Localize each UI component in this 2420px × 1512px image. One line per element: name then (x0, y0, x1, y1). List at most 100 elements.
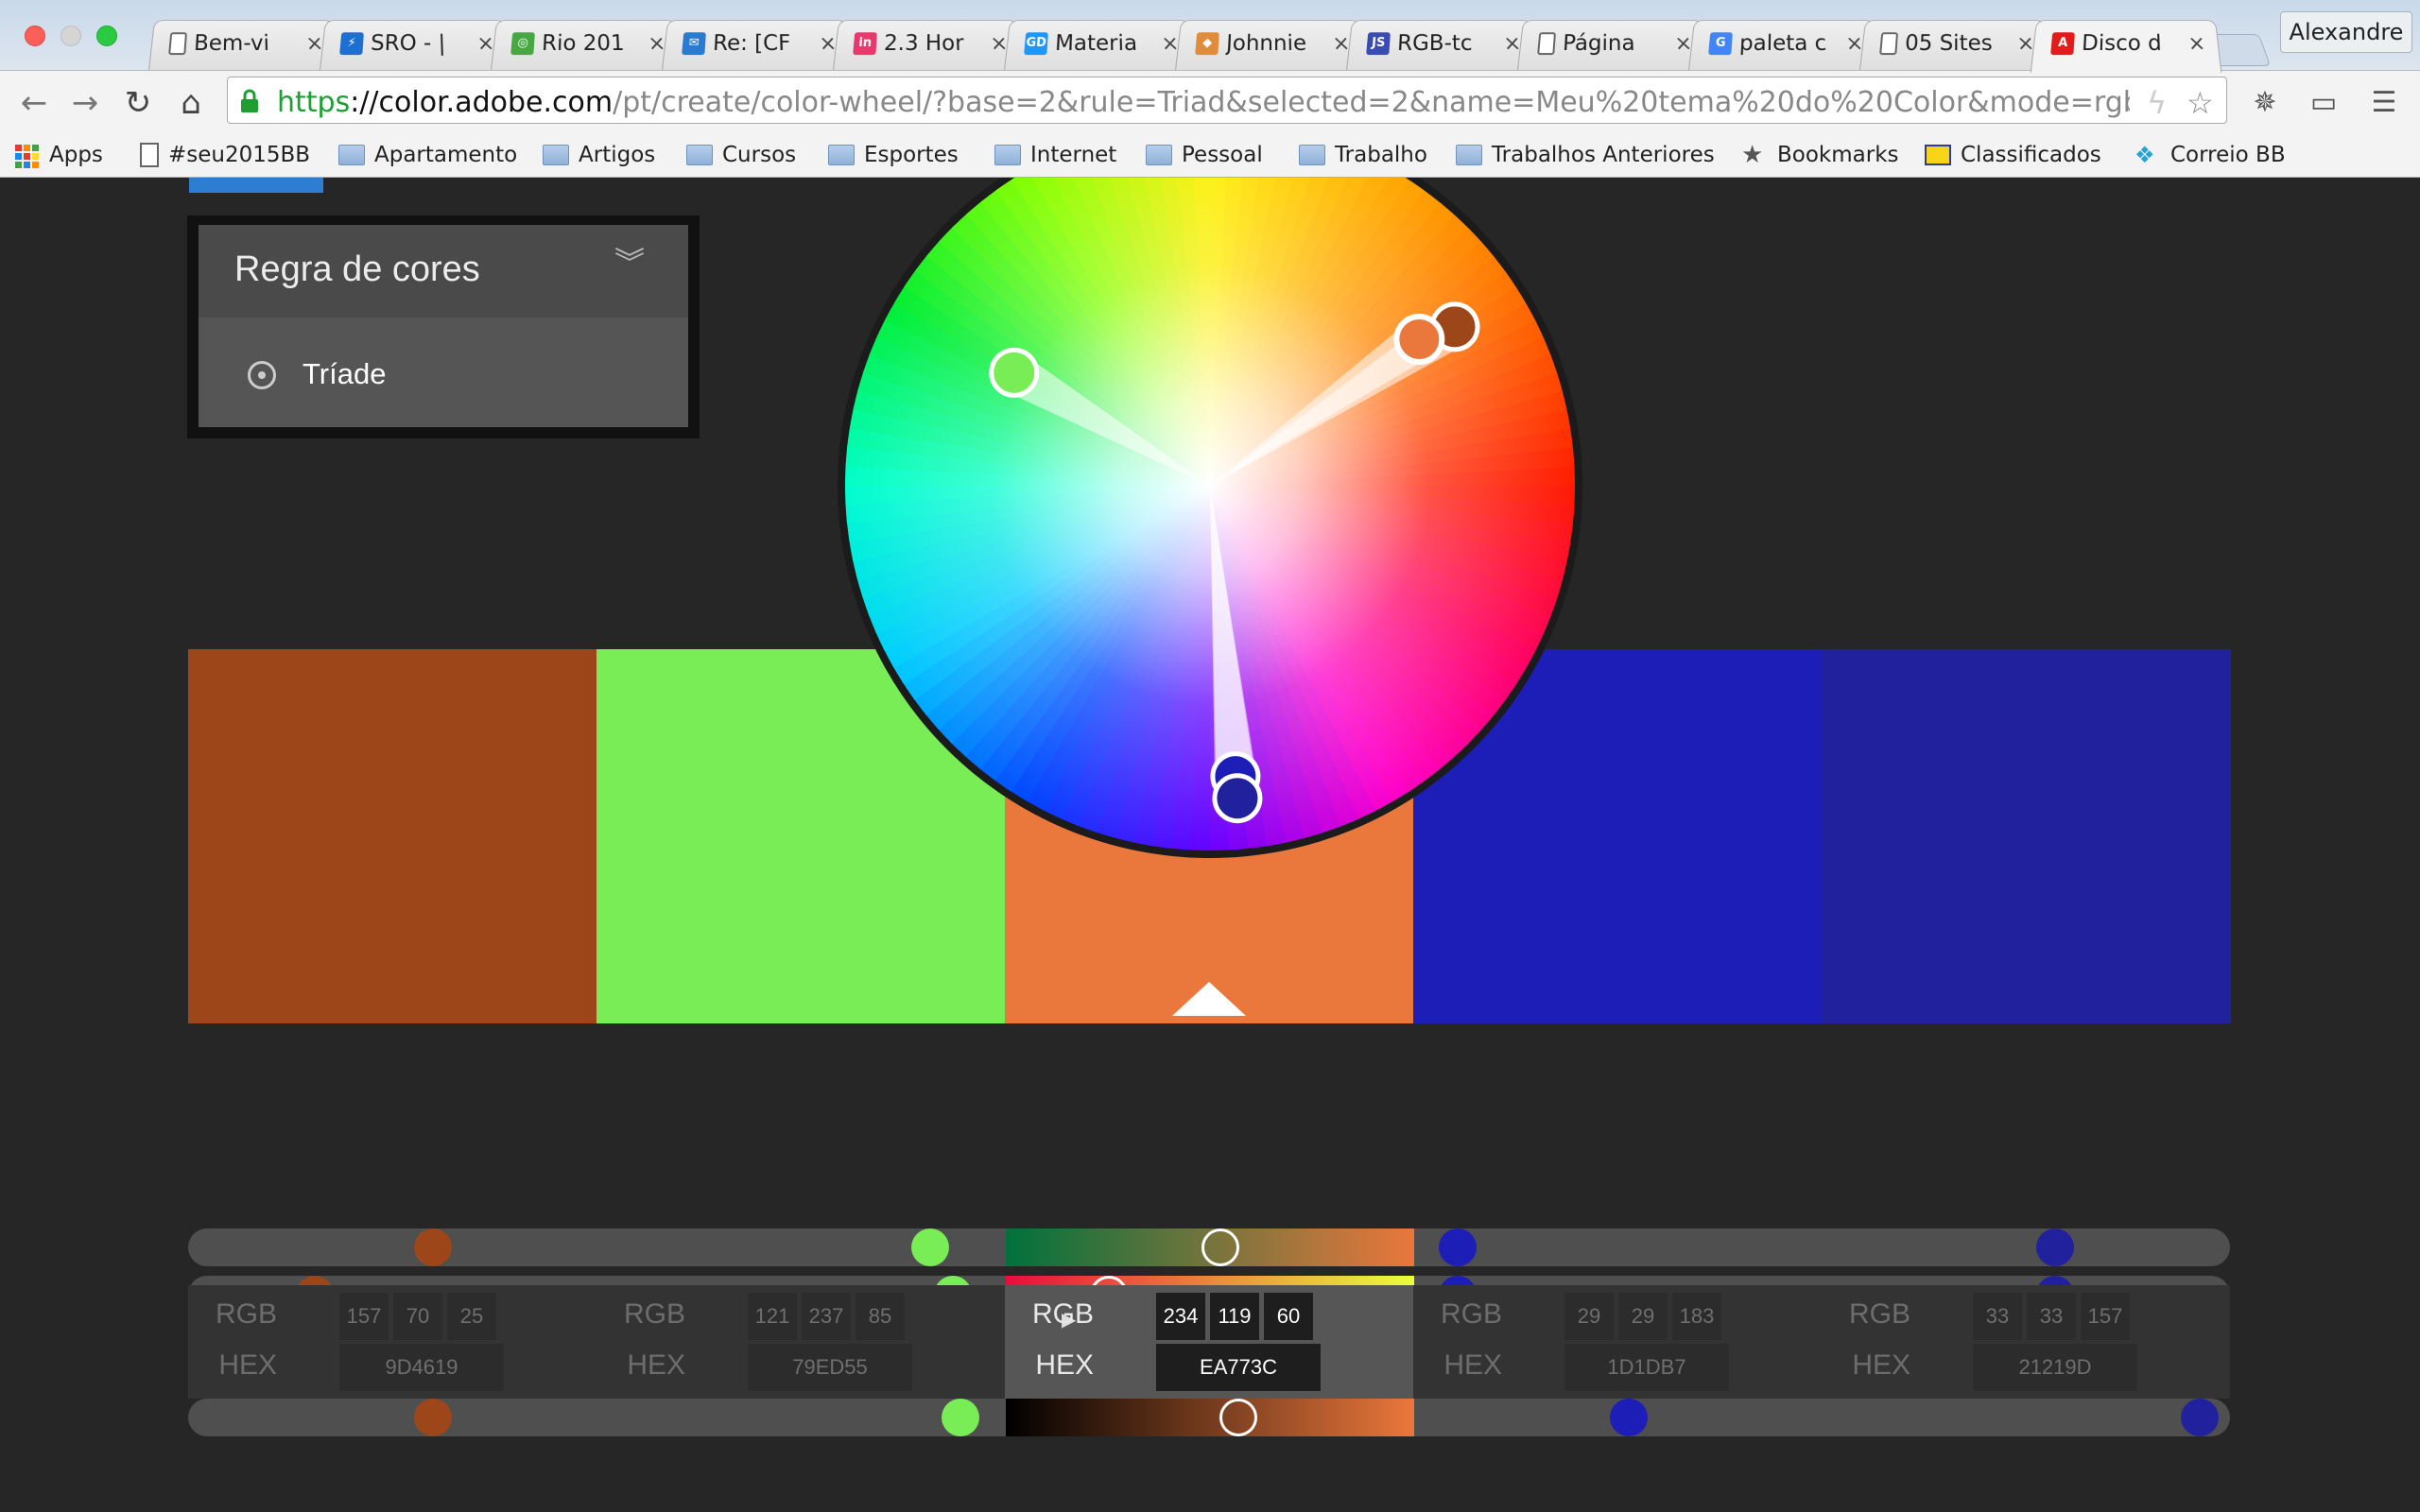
red-value-field[interactable]: 29 (1564, 1293, 1614, 1340)
browser-tab[interactable]: Gpaleta c × (1687, 19, 1880, 73)
hex-value-field[interactable]: EA773C (1156, 1344, 1321, 1391)
rule-option-label: Tríade (302, 357, 387, 390)
radio-selected-icon (248, 361, 276, 389)
slider-knob[interactable] (414, 1399, 453, 1436)
tab-title: Materia (1054, 31, 1138, 57)
green-value-field[interactable]: 70 (393, 1293, 442, 1340)
bookmark-item[interactable]: Cursos (686, 140, 796, 170)
browser-tab[interactable]: Bem-vi × (147, 19, 340, 73)
color-swatch[interactable] (188, 649, 597, 1023)
in-icon: in (853, 32, 877, 56)
slider-knob[interactable] (911, 1228, 950, 1266)
bookmark-label: Artigos (579, 143, 656, 167)
color-wheel[interactable] (836, 178, 1584, 858)
bookmark-item[interactable]: ★ Bookmarks (1741, 140, 1899, 170)
slider-knob[interactable] (1201, 1228, 1239, 1266)
reload-icon[interactable]: ↻ (117, 82, 159, 124)
red-value-field[interactable]: 234 (1156, 1293, 1205, 1340)
adobe-icon: A (2050, 32, 2075, 56)
folder-icon (686, 145, 713, 165)
menu-icon[interactable]: ☰ (2363, 84, 2405, 122)
bookmark-item[interactable]: Internet (994, 140, 1116, 170)
bookmark-item[interactable]: Trabalhos Anteriores (1456, 140, 1715, 170)
page-icon (1537, 32, 1556, 56)
bookmark-item[interactable]: Pessoal (1146, 140, 1263, 170)
blue-value-field[interactable]: 85 (856, 1293, 905, 1340)
selected-swatch-caret (1172, 982, 1246, 1016)
bookmark-label: Cursos (722, 143, 797, 167)
browser-tab[interactable]: GD Materia × (1003, 19, 1196, 73)
color-rule-dropdown[interactable]: Regra de cores ︾ (199, 225, 688, 318)
wheel-color-handle[interactable] (989, 347, 1040, 398)
bookmark-item[interactable]: Apps (15, 140, 103, 170)
browser-tab[interactable]: 05 Sites × (1858, 19, 2051, 73)
bookmark-label: Internet (1030, 143, 1117, 167)
back-arrow-icon[interactable]: ← (13, 82, 55, 124)
hex-value-field[interactable]: 1D1DB7 (1564, 1344, 1729, 1391)
zoom-window-button[interactable] (96, 26, 117, 46)
browser-tab[interactable]: in 2.3 Hor × (832, 19, 1025, 73)
bookmark-item[interactable]: Esportes (828, 140, 959, 170)
bookmark-item[interactable]: ❖ Correio BB (2135, 140, 2286, 170)
cast-icon[interactable]: ▭ (2303, 84, 2344, 122)
browser-tab[interactable]: Página × (1516, 19, 1709, 73)
red-value-field[interactable]: 121 (748, 1293, 797, 1340)
tab-title: Disco d (2081, 31, 2163, 57)
folder-icon (1299, 145, 1325, 165)
blue-value-field[interactable]: 60 (1264, 1293, 1313, 1340)
slider-knob[interactable] (414, 1228, 453, 1266)
hex-value-field[interactable]: 9D4619 (339, 1344, 504, 1391)
star-bookmark-icon[interactable]: ☆ (2187, 85, 2214, 121)
lock-icon (241, 89, 258, 112)
profile-button[interactable]: Alexandre (2280, 11, 2412, 53)
hex-label: HEX (218, 1349, 277, 1381)
tab-title: Página (1562, 31, 1635, 57)
color-swatch[interactable] (1822, 649, 2231, 1023)
wheel-color-handle[interactable] (1393, 314, 1445, 366)
red-value-field[interactable]: 33 (1973, 1293, 2022, 1340)
browser-tab[interactable]: A Disco d × (2030, 19, 2222, 73)
address-bar[interactable]: https://color.adobe.com/pt/create/color-… (227, 77, 2227, 124)
slider-knob[interactable] (2181, 1399, 2220, 1436)
blue-value-field[interactable]: 157 (2081, 1293, 2130, 1340)
hex-label: HEX (1035, 1349, 1094, 1381)
hex-value-field[interactable]: 79ED55 (748, 1344, 912, 1391)
browser-tab[interactable]: ⚡ SRO - | × (319, 19, 511, 73)
folder-icon (338, 145, 365, 165)
hex-label: HEX (627, 1349, 685, 1381)
slider-knob[interactable] (2036, 1228, 2075, 1266)
browser-tab[interactable]: ◎ Rio 201 × (490, 19, 683, 73)
bookmark-item[interactable]: #seu2015BB (140, 140, 310, 170)
slider-knob[interactable] (1609, 1399, 1648, 1436)
green-value-field[interactable]: 29 (1618, 1293, 1668, 1340)
minimize-window-button[interactable] (60, 26, 81, 46)
slider-track-selected[interactable] (1006, 1399, 1414, 1436)
bookmark-item[interactable]: Apartamento (338, 140, 517, 170)
rgb-label: RGB (1848, 1298, 1910, 1330)
tab-title: Bem-vi (193, 31, 270, 57)
green-value-field[interactable]: 33 (2027, 1293, 2076, 1340)
rule-option-triad[interactable]: Tríade (199, 318, 688, 427)
bookmark-item[interactable]: Classificados (1925, 140, 2101, 170)
green-value-field[interactable]: 237 (802, 1293, 851, 1340)
home-icon[interactable]: ⌂ (170, 82, 212, 124)
forward-arrow-icon[interactable]: → (64, 82, 106, 124)
browser-tab[interactable]: ✉ Re: [CF × (661, 19, 854, 73)
slider-knob[interactable] (1439, 1228, 1478, 1266)
blue-value-field[interactable]: 183 (1672, 1293, 1721, 1340)
hex-value-field[interactable]: 21219D (1973, 1344, 2137, 1391)
close-icon[interactable]: × (2187, 32, 2207, 56)
blue-value-field[interactable]: 25 (447, 1293, 496, 1340)
browser-tab[interactable]: JS RGB-tc × (1345, 19, 1538, 73)
bookmark-item[interactable]: Trabalho (1299, 140, 1427, 170)
page-icon (1879, 32, 1898, 56)
red-value-field[interactable]: 157 (339, 1293, 389, 1340)
close-window-button[interactable] (25, 26, 45, 46)
bookmark-item[interactable]: Artigos (543, 140, 655, 170)
bookmark-label: Trabalho (1335, 143, 1427, 167)
wheel-color-handle[interactable] (1212, 773, 1263, 824)
green-value-field[interactable]: 119 (1210, 1293, 1259, 1340)
slider-knob[interactable] (941, 1399, 979, 1436)
extension-icon[interactable]: ✵ (2244, 84, 2286, 122)
browser-tab[interactable]: ◆ Johnnie × (1174, 19, 1367, 73)
